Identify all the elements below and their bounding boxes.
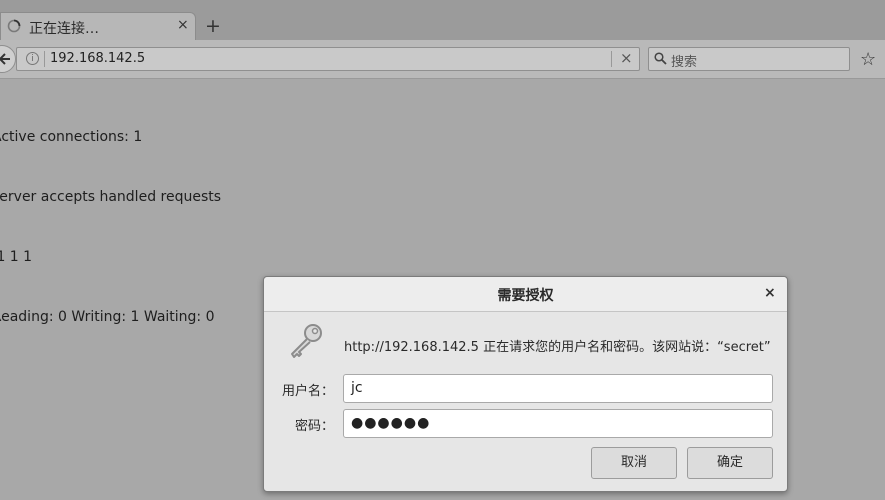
key-icon bbox=[291, 324, 322, 358]
ok-button[interactable]: 确定 bbox=[687, 447, 773, 479]
tab-connecting[interactable]: 正在连接… × bbox=[0, 12, 196, 40]
address-bar[interactable]: i 192.168.142.5 × bbox=[16, 47, 640, 71]
tab-title: 正在连接… bbox=[29, 21, 99, 37]
dialog-header: 需要授权 × bbox=[264, 277, 787, 312]
status-line: Active connections: 1 bbox=[0, 129, 143, 145]
dialog-message: http://192.168.142.5 正在请求您的用户名和密码。该网站说：“… bbox=[344, 340, 771, 355]
search-input[interactable]: 搜索 bbox=[671, 51, 697, 70]
cancel-button[interactable]: 取消 bbox=[591, 447, 677, 479]
loading-spinner-icon bbox=[7, 19, 21, 33]
back-arrow-icon bbox=[0, 53, 10, 65]
search-icon bbox=[654, 52, 667, 65]
status-line: server accepts handled requests bbox=[0, 189, 222, 205]
dialog-title: 需要授权 bbox=[497, 288, 554, 304]
status-line: 1 1 1 bbox=[0, 249, 33, 265]
back-button[interactable] bbox=[0, 45, 16, 73]
password-input[interactable]: ●●●●●● bbox=[343, 409, 773, 438]
tab-strip: 正在连接… × + bbox=[0, 0, 885, 41]
username-input[interactable]: jc bbox=[343, 374, 773, 403]
search-bar[interactable]: 搜索 bbox=[648, 47, 850, 71]
status-line: Reading: 0 Writing: 1 Waiting: 0 bbox=[0, 309, 215, 325]
browser-window: 正在连接… × + i 192.168.142.5 × 搜索 ☆ Active … bbox=[0, 0, 885, 500]
address-text[interactable]: 192.168.142.5 bbox=[50, 51, 145, 66]
address-separator-right bbox=[611, 51, 612, 67]
new-tab-button[interactable]: + bbox=[205, 15, 221, 37]
username-label: 用户名： bbox=[281, 384, 334, 399]
info-icon[interactable]: i bbox=[26, 52, 39, 65]
password-label: 密码： bbox=[294, 419, 334, 434]
address-separator bbox=[44, 51, 45, 67]
navigation-bar: i 192.168.142.5 × 搜索 ☆ bbox=[0, 40, 885, 79]
nginx-status-text: Active connections: 1 server accepts han… bbox=[0, 87, 221, 367]
stop-loading-icon[interactable]: × bbox=[620, 49, 633, 67]
bookmark-star-icon[interactable]: ☆ bbox=[860, 49, 876, 70]
dialog-close-icon[interactable]: × bbox=[764, 285, 776, 301]
tab-close-icon[interactable]: × bbox=[177, 17, 189, 33]
auth-dialog: 需要授权 × http://192.168.142.5 正在请求您的用户名和密码… bbox=[263, 276, 788, 492]
